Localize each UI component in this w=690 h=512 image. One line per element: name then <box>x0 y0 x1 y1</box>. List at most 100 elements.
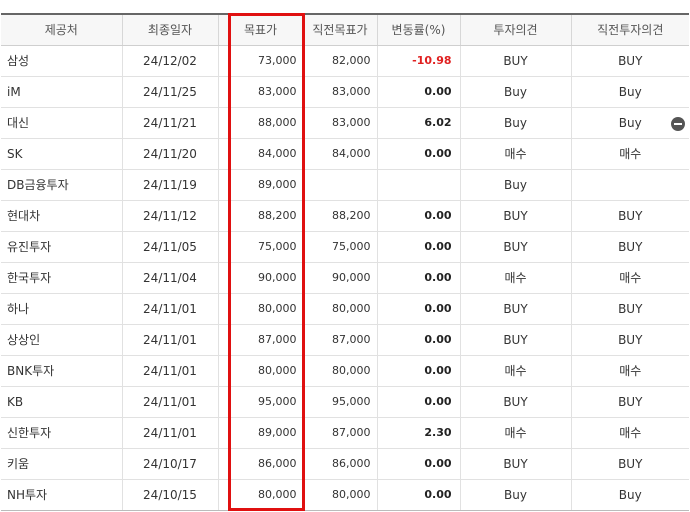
opinion-cell: BUY <box>459 448 571 480</box>
header-prev-opinion: 직전투자의견 <box>570 13 689 46</box>
prev-opinion-cell: Buy <box>570 479 689 511</box>
date-cell: 24/11/01 <box>121 417 218 449</box>
prev-target-cell: 90,000 <box>302 262 377 294</box>
prev-target-cell: 80,000 <box>302 355 377 387</box>
firm-cell: 한국투자 <box>1 262 122 294</box>
prev-target-cell: 80,000 <box>302 293 377 325</box>
date-cell: 24/11/05 <box>121 231 218 263</box>
opinion-cell: BUY <box>459 293 571 325</box>
date-cell: 24/11/01 <box>121 386 218 418</box>
prev-target-cell: 86,000 <box>302 448 377 480</box>
target-cell: 89,000 <box>217 417 303 449</box>
table-row: 하나 24/11/01 80,000 80,000 0.00 BUY BUY <box>1 293 689 325</box>
opinion-cell: Buy <box>459 169 571 201</box>
target-cell: 84,000 <box>217 138 303 170</box>
prev-opinion-cell: 매수 <box>570 262 689 294</box>
prev-target-cell: 83,000 <box>302 107 377 139</box>
date-cell: 24/11/12 <box>121 200 218 232</box>
table-row: NH투자 24/10/15 80,000 80,000 0.00 Buy Buy <box>1 479 689 511</box>
date-cell: 24/10/15 <box>121 479 218 511</box>
target-cell: 87,000 <box>217 324 303 356</box>
prev-target-cell: 87,000 <box>302 417 377 449</box>
date-cell: 24/12/02 <box>121 45 218 77</box>
prev-opinion-cell: BUY <box>570 45 689 77</box>
change-cell: 0.00 <box>376 324 460 356</box>
opinion-cell: 매수 <box>459 138 571 170</box>
opinion-cell: Buy <box>459 76 571 108</box>
prev-opinion-cell: BUY <box>570 448 689 480</box>
header-target: 목표가 <box>217 13 303 46</box>
target-cell: 95,000 <box>217 386 303 418</box>
change-cell: 0.00 <box>376 355 460 387</box>
date-cell: 24/11/20 <box>121 138 218 170</box>
prev-opinion-cell: Buy <box>570 76 689 108</box>
table-row: 한국투자 24/11/04 90,000 90,000 0.00 매수 매수 <box>1 262 689 294</box>
prev-target-cell: 84,000 <box>302 138 377 170</box>
prev-opinion-cell: 매수 <box>570 355 689 387</box>
target-cell: 75,000 <box>217 231 303 263</box>
prev-target-cell: 87,000 <box>302 324 377 356</box>
date-cell: 24/11/04 <box>121 262 218 294</box>
date-cell: 24/11/01 <box>121 324 218 356</box>
change-cell: 0.00 <box>376 386 460 418</box>
prev-opinion-cell: BUY <box>570 386 689 418</box>
opinion-cell: Buy <box>459 479 571 511</box>
date-cell: 24/11/25 <box>121 76 218 108</box>
table-row: 키움 24/10/17 86,000 86,000 0.00 BUY BUY <box>1 448 689 480</box>
header-prev-target: 직전목표가 <box>302 13 377 46</box>
firm-cell: KB <box>1 386 122 418</box>
change-cell <box>376 169 460 201</box>
change-cell: 0.00 <box>376 479 460 511</box>
table-row: 신한투자 24/11/01 89,000 87,000 2.30 매수 매수 <box>1 417 689 449</box>
date-cell: 24/11/01 <box>121 355 218 387</box>
opinion-cell: BUY <box>459 231 571 263</box>
target-cell: 88,000 <box>217 107 303 139</box>
prev-opinion-cell: 매수 <box>570 138 689 170</box>
prev-target-cell: 80,000 <box>302 479 377 511</box>
prev-opinion-cell: BUY <box>570 293 689 325</box>
firm-cell: 키움 <box>1 448 122 480</box>
target-cell: 73,000 <box>217 45 303 77</box>
opinion-cell: BUY <box>459 324 571 356</box>
prev-target-cell: 83,000 <box>302 76 377 108</box>
header-firm: 제공처 <box>1 13 122 46</box>
target-cell: 80,000 <box>217 355 303 387</box>
prev-opinion-cell: BUY <box>570 200 689 232</box>
prev-target-cell <box>302 169 377 201</box>
prev-target-cell: 95,000 <box>302 386 377 418</box>
table-row: 대신 24/11/21 88,000 83,000 6.02 Buy Buy <box>1 107 689 139</box>
firm-cell: 상상인 <box>1 324 122 356</box>
opinion-cell: BUY <box>459 200 571 232</box>
target-cell: 80,000 <box>217 479 303 511</box>
firm-cell: 대신 <box>1 107 122 139</box>
change-cell: 0.00 <box>376 293 460 325</box>
prev-target-cell: 88,200 <box>302 200 377 232</box>
table-row: 유진투자 24/11/05 75,000 75,000 0.00 BUY BUY <box>1 231 689 263</box>
change-cell: 0.00 <box>376 138 460 170</box>
firm-cell: iM <box>1 76 122 108</box>
minus-circle-icon[interactable] <box>671 117 685 131</box>
change-cell: 0.00 <box>376 448 460 480</box>
header-opinion: 투자의견 <box>459 13 571 46</box>
date-cell: 24/11/21 <box>121 107 218 139</box>
target-cell: 80,000 <box>217 293 303 325</box>
table-row: KB 24/11/01 95,000 95,000 0.00 BUY BUY <box>1 386 689 418</box>
prev-target-cell: 75,000 <box>302 231 377 263</box>
target-cell: 88,200 <box>217 200 303 232</box>
prev-opinion-cell: 매수 <box>570 417 689 449</box>
change-cell: 0.00 <box>376 76 460 108</box>
firm-cell: 유진투자 <box>1 231 122 263</box>
firm-cell: 삼성 <box>1 45 122 77</box>
prev-opinion-cell: BUY <box>570 324 689 356</box>
table-row: SK 24/11/20 84,000 84,000 0.00 매수 매수 <box>1 138 689 170</box>
opinion-cell: 매수 <box>459 417 571 449</box>
change-cell: -10.98 <box>376 45 460 77</box>
firm-cell: 하나 <box>1 293 122 325</box>
firm-cell: BNK투자 <box>1 355 122 387</box>
table-row: 현대차 24/11/12 88,200 88,200 0.00 BUY BUY <box>1 200 689 232</box>
firm-cell: 신한투자 <box>1 417 122 449</box>
firm-cell: SK <box>1 138 122 170</box>
date-cell: 24/11/01 <box>121 293 218 325</box>
firm-cell: DB금융투자 <box>1 169 122 201</box>
change-cell: 2.30 <box>376 417 460 449</box>
